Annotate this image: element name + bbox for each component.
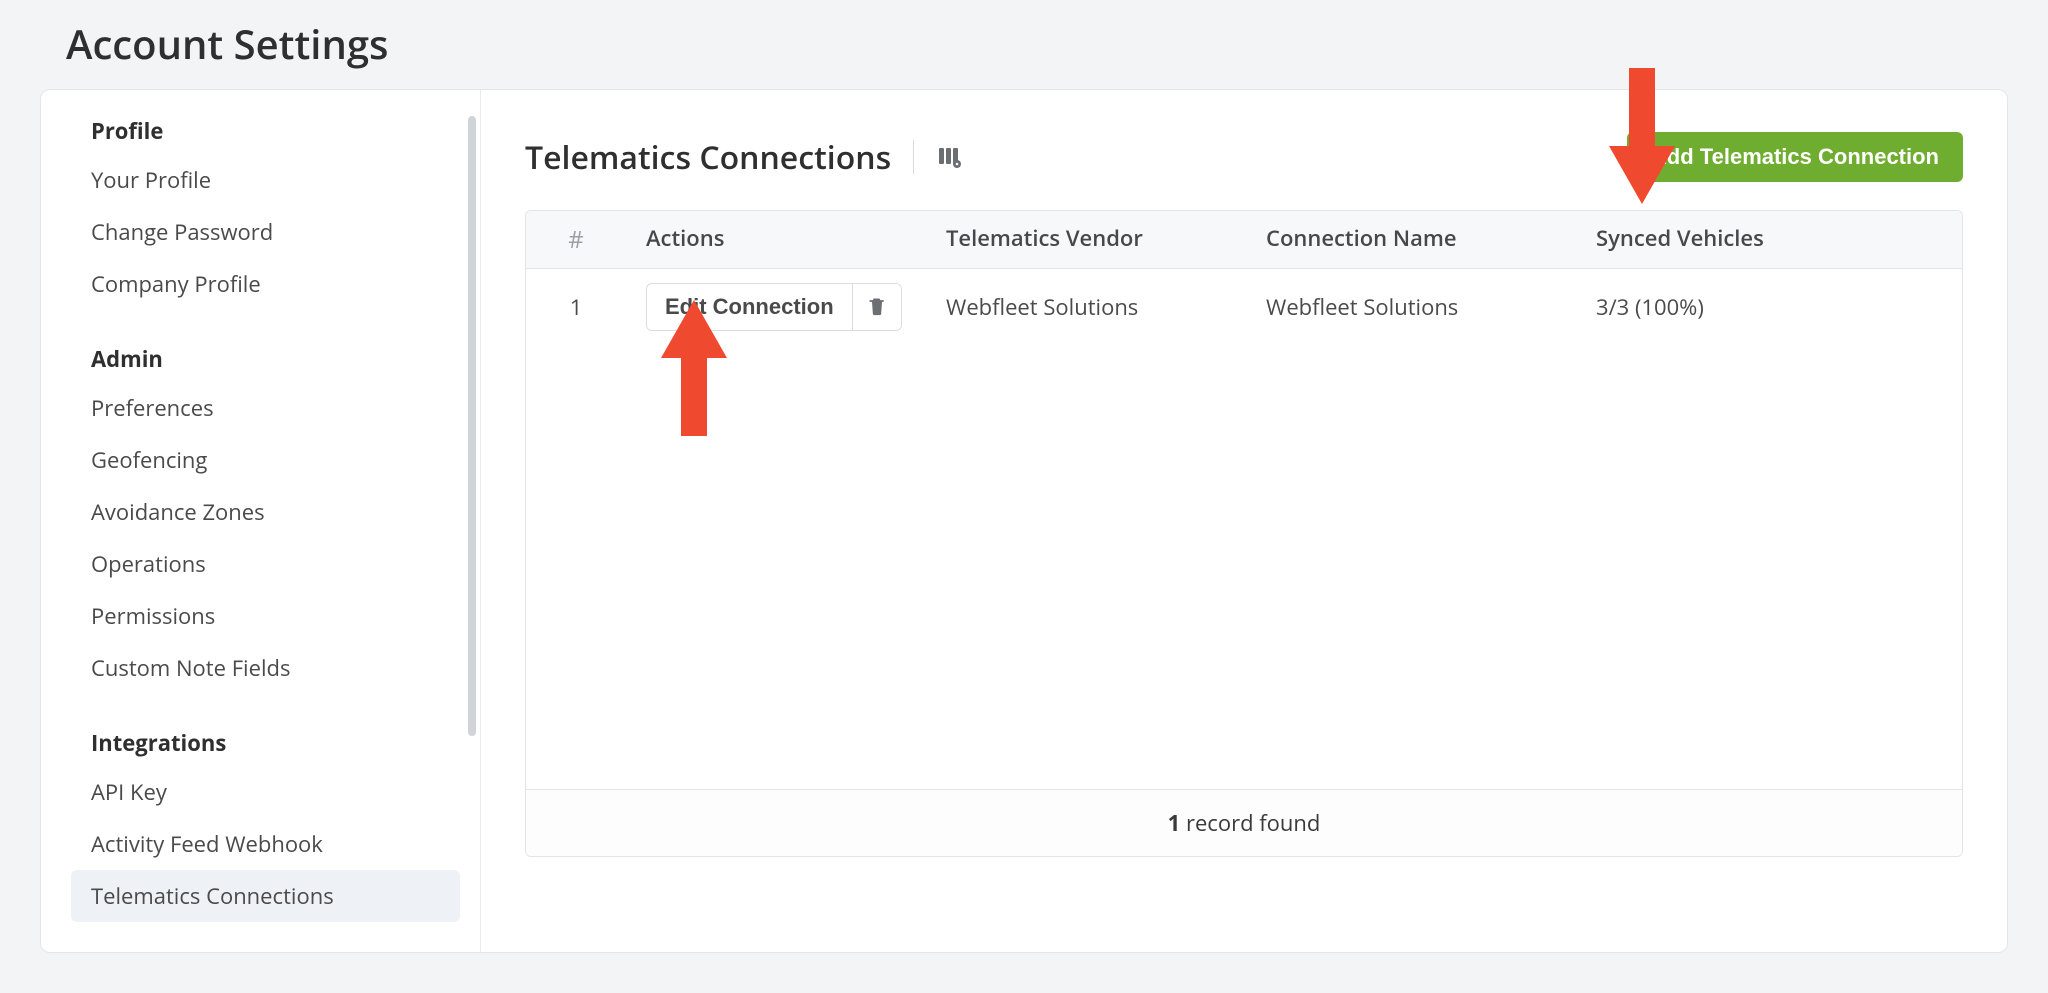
cell-connection-name: Webfleet Solutions: [1266, 292, 1596, 322]
cell-index: 1: [526, 292, 626, 322]
connections-table: # Actions Telematics Vendor Connection N…: [525, 210, 1963, 857]
main-content: Telematics Connections Add Telematics Co…: [481, 90, 2007, 952]
sidebar-item-your-profile[interactable]: Your Profile: [41, 154, 480, 206]
main-title: Telematics Connections: [525, 136, 891, 179]
sidebar-item-telematics-connections[interactable]: Telematics Connections: [71, 870, 460, 922]
delete-connection-button[interactable]: [853, 284, 901, 330]
annotation-arrow-down-icon: [1609, 68, 1675, 204]
page-title: Account Settings: [40, 0, 2008, 89]
sidebar-heading-profile: Profile: [41, 112, 480, 154]
col-header-synced-vehicles: Synced Vehicles: [1596, 223, 1876, 256]
sidebar-item-custom-note-fields[interactable]: Custom Note Fields: [41, 642, 480, 694]
annotation-arrow-up-icon: [661, 300, 727, 436]
sidebar-heading-integrations: Integrations: [41, 724, 480, 766]
sidebar-item-change-password[interactable]: Change Password: [41, 206, 480, 258]
trash-icon: [867, 295, 887, 320]
record-count: 1: [1168, 808, 1181, 838]
add-telematics-connection-button[interactable]: Add Telematics Connection: [1627, 132, 1963, 182]
col-header-index: #: [526, 223, 626, 256]
sidebar: Profile Your Profile Change Password Com…: [41, 90, 481, 952]
sidebar-item-activity-feed-webhook[interactable]: Activity Feed Webhook: [41, 818, 480, 870]
sidebar-item-permissions[interactable]: Permissions: [41, 590, 480, 642]
sidebar-item-api-key[interactable]: API Key: [41, 766, 480, 818]
sidebar-item-preferences[interactable]: Preferences: [41, 382, 480, 434]
sidebar-heading-admin: Admin: [41, 340, 480, 382]
sidebar-item-company-profile[interactable]: Company Profile: [41, 258, 480, 310]
cell-synced: 3/3 (100%): [1596, 292, 1876, 322]
col-header-connection-name: Connection Name: [1266, 223, 1596, 256]
sidebar-scrollbar[interactable]: [468, 116, 476, 736]
sidebar-item-avoidance-zones[interactable]: Avoidance Zones: [41, 486, 480, 538]
divider: [913, 140, 914, 174]
sidebar-item-operations[interactable]: Operations: [41, 538, 480, 590]
cell-vendor: Webfleet Solutions: [946, 292, 1266, 322]
col-header-actions: Actions: [626, 223, 946, 256]
sidebar-item-geofencing[interactable]: Geofencing: [41, 434, 480, 486]
record-suffix: record found: [1180, 808, 1320, 838]
settings-panel: Profile Your Profile Change Password Com…: [40, 89, 2008, 953]
table-footer: 1 record found: [526, 789, 1962, 856]
table-row: 1 Edit Connection Webfl: [526, 269, 1962, 345]
col-header-vendor: Telematics Vendor: [946, 223, 1266, 256]
columns-settings-icon[interactable]: [936, 145, 962, 169]
